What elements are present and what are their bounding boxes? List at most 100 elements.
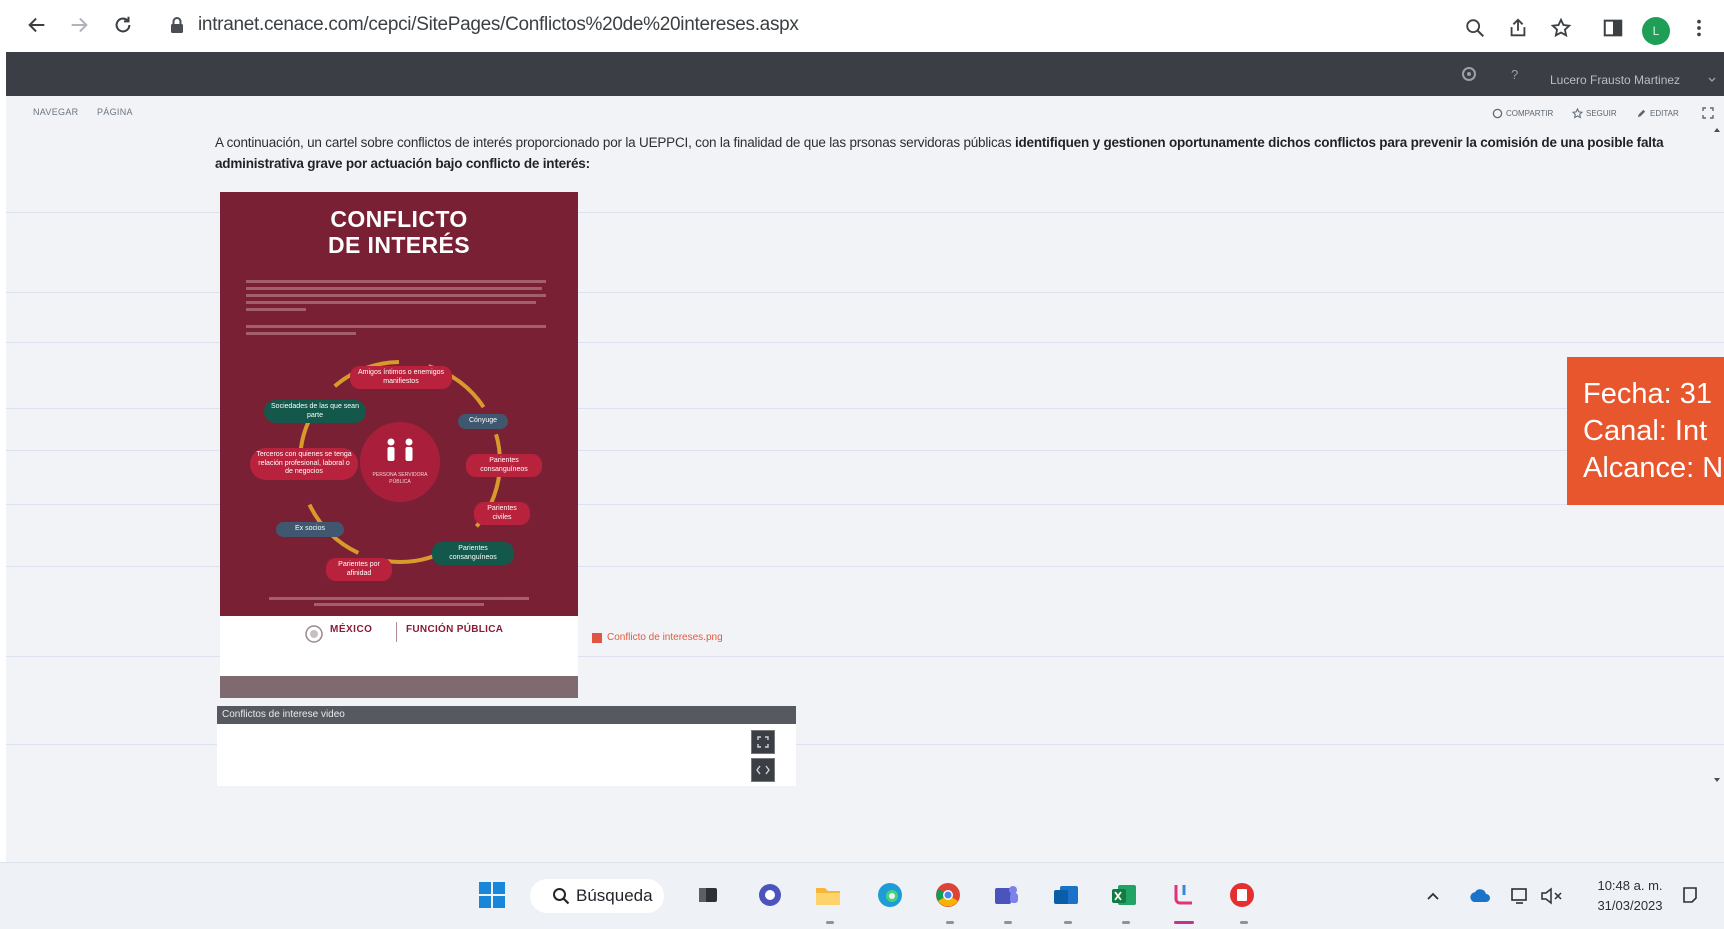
broken-image-icon [592,632,602,643]
chevron-up-icon[interactable] [1426,889,1440,903]
attachment-link[interactable]: Conflicto de intereses.png [592,632,723,643]
follow-button[interactable]: SEGUIR [1572,108,1617,119]
poster-logo-mexico: MÉXICO [330,624,373,635]
video-embed[interactable]: Conflictos de interese video [217,706,796,786]
code-icon [756,765,770,775]
poster-center-label: PERSONA SERVIDORA PÚBLICA [372,472,428,485]
clock-time: 10:48 a. m. [1597,878,1663,893]
pill-affinity: Parientes por afinidad [326,558,392,581]
file-explorer-button[interactable] [812,879,844,911]
outlook-button[interactable] [1050,879,1082,911]
running-indicator [826,921,834,924]
chrome-browser-icon [936,883,960,907]
pill-relatives: Parientes consanguíneos [466,454,542,477]
edit-label: EDITAR [1650,109,1679,118]
chevron-down-icon[interactable] [1708,76,1716,84]
volume-muted-icon[interactable] [1540,887,1564,905]
running-indicator [1064,921,1072,924]
profile-avatar[interactable]: L [1642,17,1670,45]
outlook-icon [1054,886,1078,904]
share-circle-icon [1492,108,1503,119]
overlay-scope: Alcance: N [1583,452,1724,484]
lock-icon [171,17,183,33]
pdf-reader-button[interactable] [1226,879,1258,911]
video-title-bar: Conflictos de interese video [217,706,796,724]
arrow-right-icon [71,17,88,33]
system-clock[interactable]: 10:48 a. m. 31/03/2023 [1584,876,1676,916]
menu-button[interactable] [1686,15,1712,41]
arrow-left-icon [28,17,45,33]
excel-icon [1112,885,1136,905]
edge-browser-icon [878,883,902,907]
poster-title-line2: DE INTERÉS [327,232,471,258]
forward-button[interactable] [64,10,94,40]
intro-paragraph: A continuación, un cartel sobre conflict… [215,132,1665,174]
running-indicator [1240,921,1248,924]
help-icon[interactable]: ? [1506,65,1524,83]
scroll-down-icon[interactable] [1713,776,1721,784]
ribbon-tab-browse[interactable]: NAVEGAR [33,107,78,117]
overlay-channel: Canal: Int [1583,415,1708,447]
taskbar: Búsqueda 10:48 a. m. 31/03/2023 [0,862,1724,929]
start-button[interactable] [476,879,508,911]
ribbon-tab-page[interactable]: PÁGINA [97,107,133,117]
running-indicator [946,921,954,924]
svg-text:?: ? [1511,67,1518,82]
screen: intranet.cenace.com/cepci/SitePages/Conf… [0,0,1724,929]
poster-footer-band [220,676,578,698]
edit-button[interactable]: EDITAR [1636,108,1679,119]
pill-ex-partners: Ex socios [276,522,344,537]
pill-third-parties: Terceros con quienes se tenga relación p… [250,448,358,480]
excel-button[interactable] [1108,879,1140,911]
user-menu[interactable]: Lucero Frausto Martinez [1550,73,1680,87]
overlay-date: Fecha: 31 [1583,378,1712,410]
chat-app-button[interactable] [754,879,786,911]
metadata-overlay-card: Fecha: 31 Canal: Int Alcance: N [1567,357,1724,505]
chat-icon [759,884,781,906]
poster-title-line1: CONFLICTO [330,206,468,232]
share-page-button[interactable]: COMPARTIR [1492,108,1553,119]
poster-bottom-note [246,594,552,609]
chrome-button[interactable] [932,879,964,911]
pencil-icon [1637,109,1646,118]
reload-button[interactable] [108,10,138,40]
poster-title: CONFLICTO DE INTERÉS [220,206,578,258]
search-icon [553,888,570,905]
taskbar-search[interactable]: Búsqueda [530,879,664,913]
poster-logo-divider [396,622,397,642]
embed-code-button[interactable] [751,758,775,782]
kebab-menu-icon [1697,19,1701,37]
url-field[interactable]: intranet.cenace.com/cepci/SitePages/Conf… [198,14,799,36]
gear-icon[interactable] [1460,65,1478,83]
edge-button[interactable] [874,879,906,911]
government-seal-icon [305,625,323,643]
reload-icon [115,16,131,33]
conflict-poster-image[interactable]: CONFLICTO DE INTERÉS Amigos íntimos o en… [220,192,578,698]
snipping-tool-button[interactable] [1168,879,1200,911]
back-button[interactable] [22,10,52,40]
folder-icon [816,888,840,905]
notifications-icon[interactable] [1680,885,1700,905]
focus-mode-icon[interactable] [1702,107,1714,119]
pill-societies: Sociedades de las que sean parte [264,400,366,423]
task-view-button[interactable] [692,879,724,911]
page-content: NAVEGAR PÁGINA COMPARTIR SEGUIR EDITAR A… [6,96,1724,862]
zoom-button[interactable] [1462,15,1488,41]
bookmark-button[interactable] [1548,15,1574,41]
poster-footer [220,616,578,676]
share-icon [1510,18,1526,37]
side-panel-button[interactable] [1600,15,1626,41]
follow-label: SEGUIR [1586,109,1617,118]
snipping-tool-icon [1174,885,1192,905]
share-button[interactable] [1505,15,1531,41]
pill-civil-relatives: Parientes civiles [474,502,530,525]
network-icon[interactable] [1510,887,1532,905]
teams-button[interactable] [990,879,1022,911]
diagram-center [360,422,440,502]
active-indicator [1174,921,1194,924]
scroll-up-icon[interactable] [1713,126,1721,134]
poster-fine-print [246,276,552,339]
pill-spouse: Cónyuge [458,414,508,429]
fullscreen-button[interactable] [751,730,775,754]
onedrive-icon[interactable] [1468,887,1492,905]
